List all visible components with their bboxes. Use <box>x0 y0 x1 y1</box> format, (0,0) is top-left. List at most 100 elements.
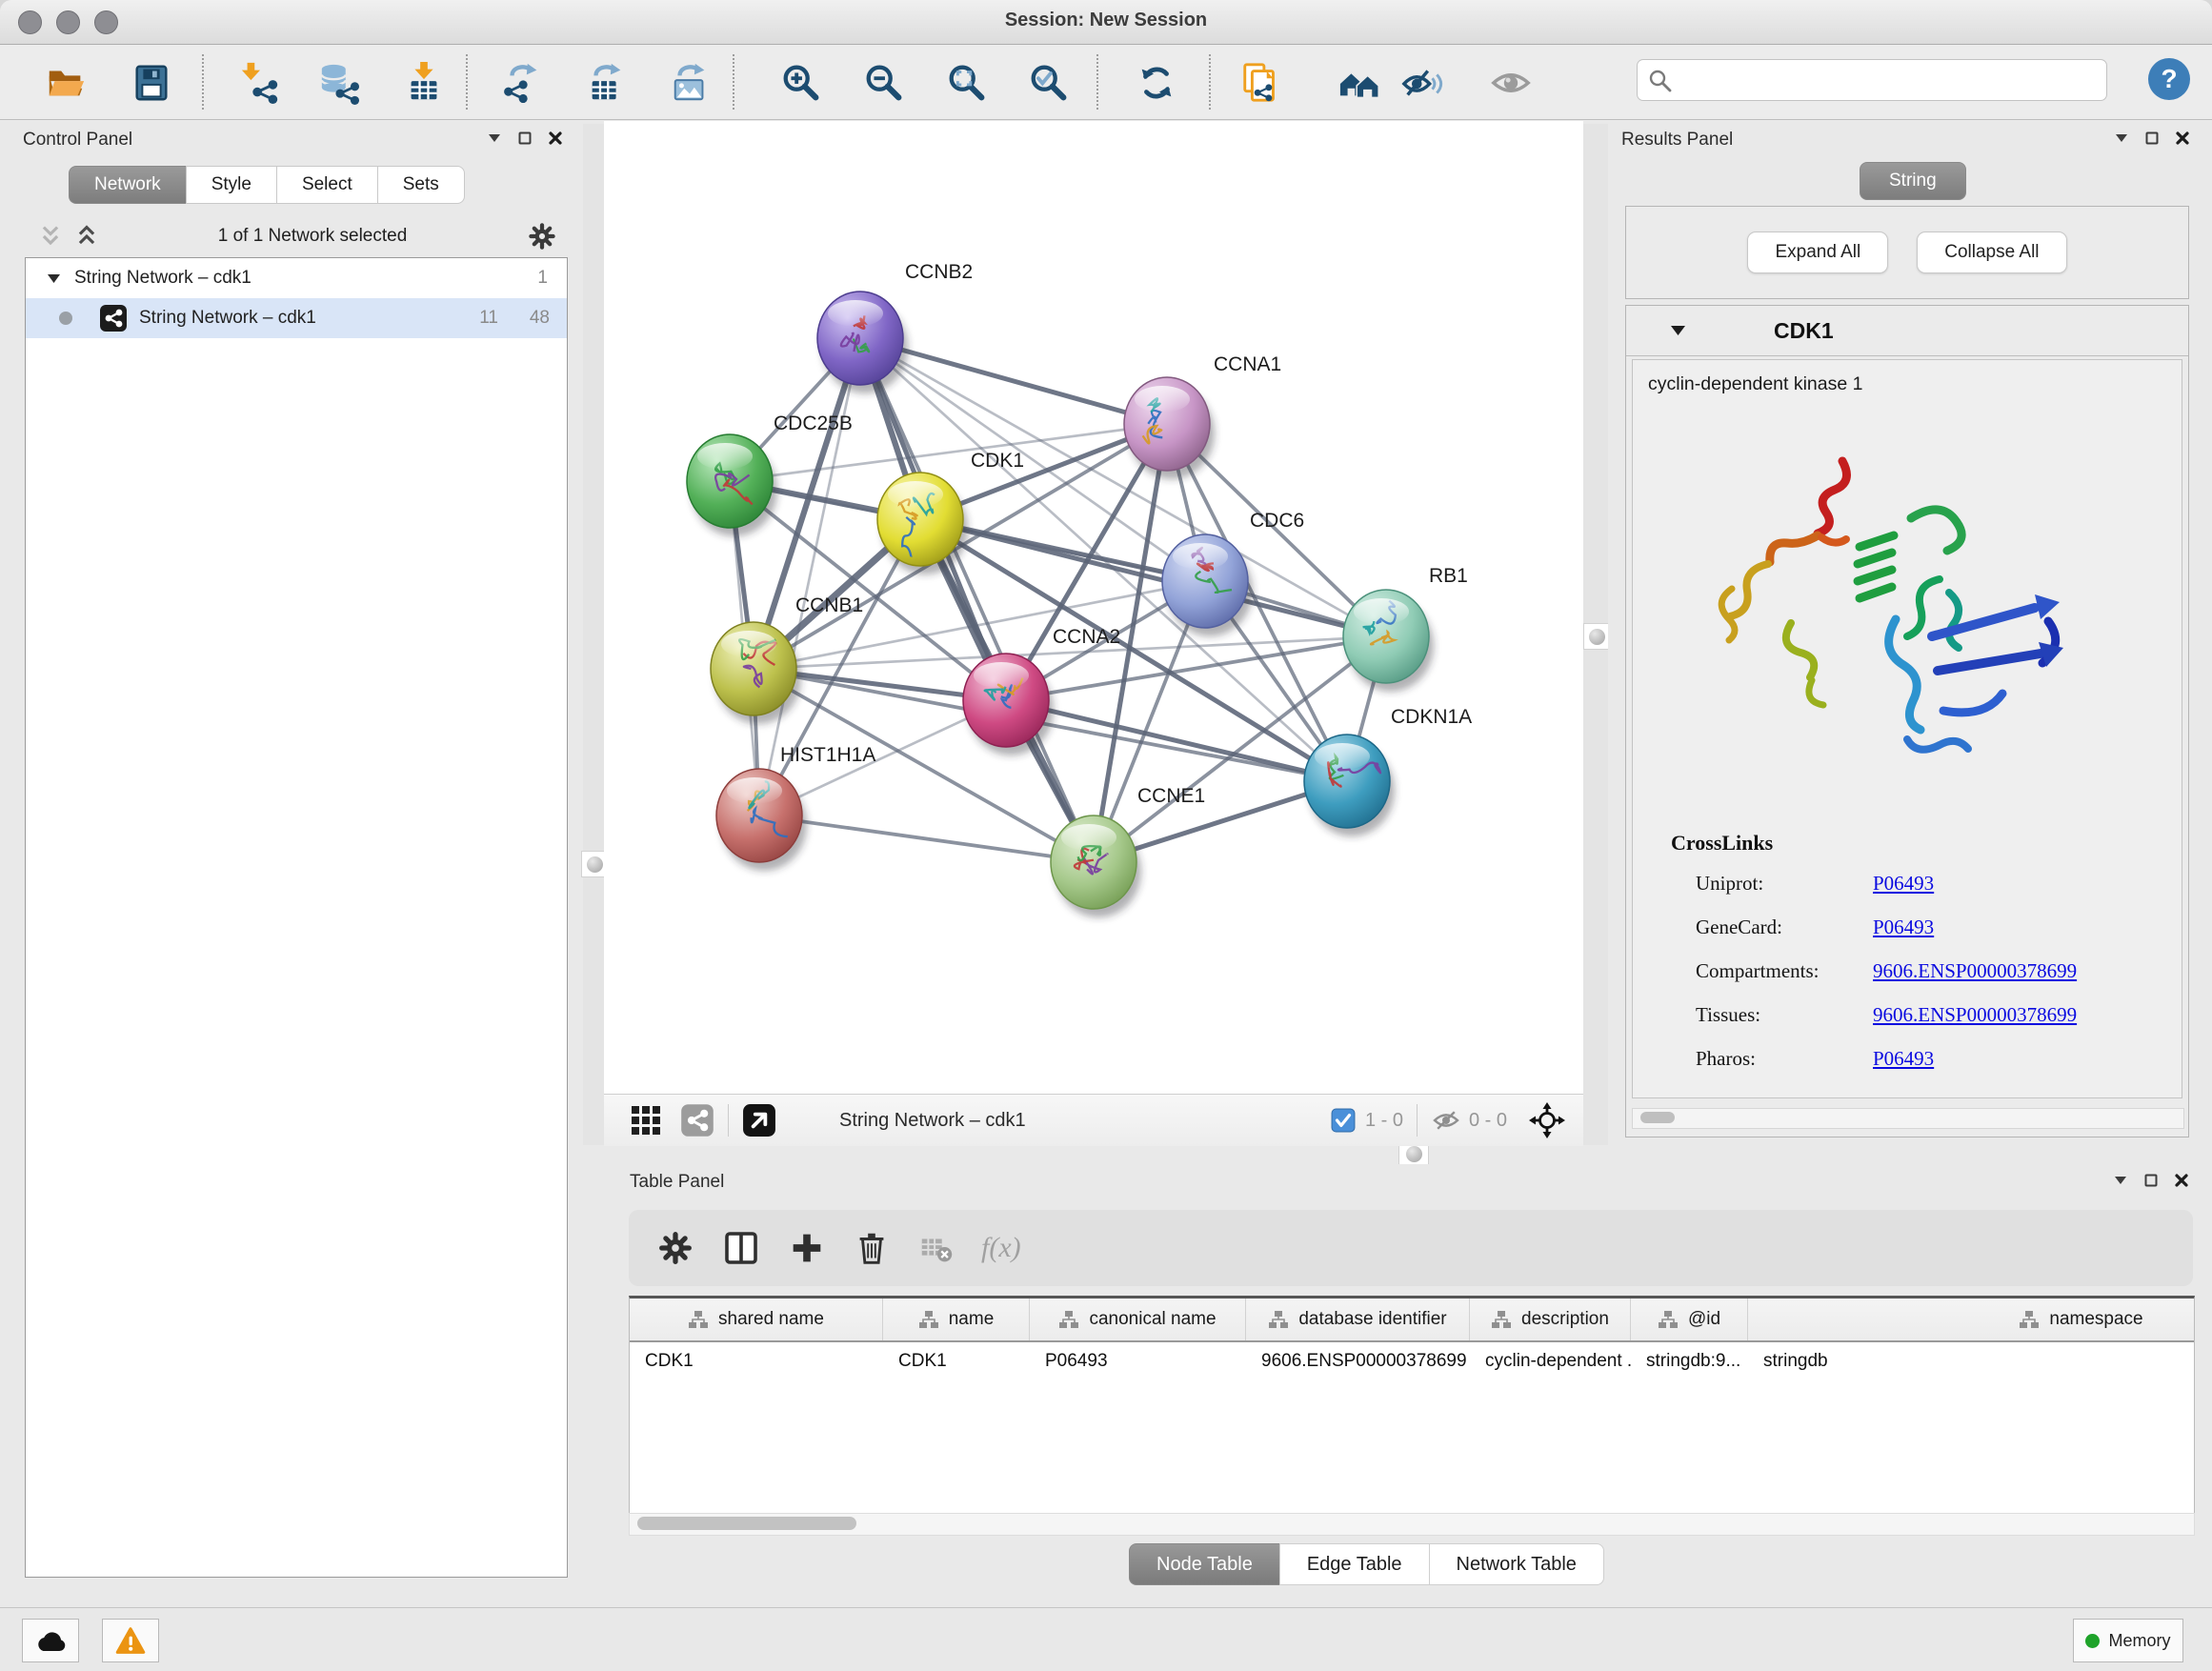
zoom-selected-button[interactable] <box>1025 59 1073 107</box>
crosslink-link[interactable]: 9606.ENSP00000378699 <box>1873 959 2077 983</box>
cloud-button[interactable] <box>22 1619 79 1662</box>
collapse-all-icon[interactable] <box>38 224 63 249</box>
column-header-namespace[interactable]: namespace <box>1748 1299 2195 1340</box>
houses-button[interactable] <box>1337 59 1384 107</box>
network-node-CCNB2[interactable] <box>817 292 908 393</box>
export-table-button[interactable] <box>583 59 631 107</box>
column-header-shared-name[interactable]: shared name <box>630 1299 883 1340</box>
table-cell[interactable]: stringdb <box>1748 1351 2195 1372</box>
tab-node-table[interactable]: Node Table <box>1129 1543 1279 1585</box>
panel-menu-icon[interactable] <box>488 132 501 144</box>
zoom-out-button[interactable] <box>860 59 908 107</box>
panel-float-icon[interactable] <box>518 131 532 145</box>
panel-float-icon[interactable] <box>2144 1174 2158 1187</box>
panel-float-icon[interactable] <box>2145 131 2159 145</box>
column-header--id[interactable]: @id <box>1631 1299 1748 1340</box>
tab-network-table[interactable]: Network Table <box>1429 1543 1604 1585</box>
table-cell[interactable]: P06493 <box>1030 1351 1246 1372</box>
network-node-RB1[interactable] <box>1343 590 1434 692</box>
network-node-CDC6[interactable] <box>1162 534 1253 636</box>
network-edge[interactable] <box>1006 700 1347 781</box>
disclosure-triangle-icon[interactable] <box>47 272 61 284</box>
panel-menu-icon[interactable] <box>2114 1175 2127 1186</box>
table-cell[interactable]: stringdb:9... <box>1631 1351 1748 1372</box>
tab-select[interactable]: Select <box>276 166 377 204</box>
tab-edge-table[interactable]: Edge Table <box>1279 1543 1429 1585</box>
table-hscrollbar[interactable] <box>629 1513 2195 1536</box>
expand-all-button[interactable]: Expand All <box>1747 232 1888 273</box>
network-node-CDK1[interactable] <box>877 473 968 574</box>
zoom-in-button[interactable] <box>777 59 825 107</box>
column-header-canonical-name[interactable]: canonical name <box>1030 1299 1246 1340</box>
pan-crosshair-icon[interactable] <box>1528 1101 1566 1139</box>
search-input[interactable] <box>1637 59 2107 101</box>
tab-style[interactable]: Style <box>186 166 276 204</box>
column-header-description[interactable]: description <box>1470 1299 1631 1340</box>
tab-network[interactable]: Network <box>69 166 186 204</box>
right-splitter[interactable] <box>1583 124 1608 1145</box>
results-hscrollbar[interactable] <box>1632 1108 2184 1129</box>
hide-selected-button[interactable] <box>1398 59 1446 107</box>
bottom-splitter[interactable] <box>604 1145 2204 1164</box>
network-edge[interactable] <box>920 519 1386 636</box>
network-node-CCNE1[interactable] <box>1051 815 1141 917</box>
column-header-database-identifier[interactable]: database identifier <box>1246 1299 1470 1340</box>
string-query-button[interactable] <box>1237 59 1285 107</box>
open-folder-button[interactable] <box>42 59 90 107</box>
open-in-window-icon[interactable] <box>742 1103 776 1137</box>
import-table-button[interactable] <box>400 59 448 107</box>
warnings-button[interactable] <box>102 1619 159 1662</box>
right-splitter-handle[interactable] <box>1583 623 1610 650</box>
zoom-fit-button[interactable] <box>943 59 991 107</box>
show-columns-icon[interactable] <box>720 1227 762 1269</box>
memory-button[interactable]: Memory <box>2073 1619 2183 1662</box>
export-image-button[interactable] <box>667 59 714 107</box>
table-settings-gear-icon[interactable] <box>655 1228 695 1268</box>
network-edge[interactable] <box>860 338 1094 862</box>
add-column-icon[interactable] <box>787 1228 827 1268</box>
panel-close-icon[interactable] <box>2175 1174 2188 1187</box>
expand-all-icon[interactable] <box>74 224 99 249</box>
collapse-all-button[interactable]: Collapse All <box>1917 232 2066 273</box>
panel-close-icon[interactable] <box>2176 131 2189 145</box>
crosslink-link[interactable]: P06493 <box>1873 872 1934 896</box>
network-node-CDKN1A[interactable] <box>1304 735 1395 836</box>
network-node-HIST1H1A[interactable] <box>716 769 807 871</box>
tab-string[interactable]: String <box>1860 162 1966 200</box>
import-network-button[interactable] <box>236 59 284 107</box>
panel-close-icon[interactable] <box>549 131 562 145</box>
refresh-button[interactable] <box>1133 59 1180 107</box>
crosslink-link[interactable]: P06493 <box>1873 1047 1934 1071</box>
left-splitter[interactable] <box>583 124 604 1145</box>
column-header-name[interactable]: name <box>883 1299 1030 1340</box>
gear-icon[interactable] <box>526 220 558 252</box>
table-cell[interactable]: CDK1 <box>883 1351 1030 1372</box>
show-button[interactable] <box>1487 59 1535 107</box>
table-cell[interactable]: 9606.ENSP00000378699 <box>1246 1351 1470 1372</box>
gene-section-header[interactable]: CDK1 <box>1626 306 2188 356</box>
network-collection-row[interactable]: String Network – cdk1 1 <box>26 258 567 298</box>
network-row[interactable]: String Network – cdk1 11 48 <box>26 298 567 338</box>
export-network-button[interactable] <box>499 59 547 107</box>
network-canvas[interactable]: CCNB2CCNA1CDC25BCDK1CDC6RB1CCNB1CCNA2CDK… <box>604 121 1583 1094</box>
panel-menu-icon[interactable] <box>2115 132 2128 144</box>
network-edge[interactable] <box>759 815 1094 862</box>
delete-column-icon[interactable] <box>852 1228 892 1268</box>
table-row[interactable]: CDK1CDK1P064939606.ENSP00000378699cyclin… <box>630 1342 2194 1380</box>
table-cell[interactable]: CDK1 <box>630 1351 883 1372</box>
birdseye-grid-icon[interactable] <box>629 1103 663 1137</box>
crosslink-link[interactable]: 9606.ENSP00000378699 <box>1873 1003 2077 1027</box>
selected-checkbox-icon[interactable] <box>1331 1108 1356 1133</box>
save-button[interactable] <box>128 59 175 107</box>
import-database-button[interactable] <box>316 59 364 107</box>
crosslink-link[interactable]: P06493 <box>1873 916 1934 939</box>
network-node-CCNA2[interactable] <box>963 654 1054 755</box>
help-button[interactable]: ? <box>2148 58 2190 100</box>
network-node-CCNA1[interactable] <box>1124 377 1215 479</box>
tab-sets[interactable]: Sets <box>377 166 465 204</box>
table-hscroll-thumb[interactable] <box>637 1517 856 1530</box>
network-badge-gray-icon[interactable] <box>680 1103 714 1137</box>
table-cell[interactable]: cyclin-dependent ... <box>1470 1351 1631 1372</box>
results-hscroll-thumb[interactable] <box>1640 1112 1675 1123</box>
network-node-CDC25B[interactable] <box>687 434 777 536</box>
